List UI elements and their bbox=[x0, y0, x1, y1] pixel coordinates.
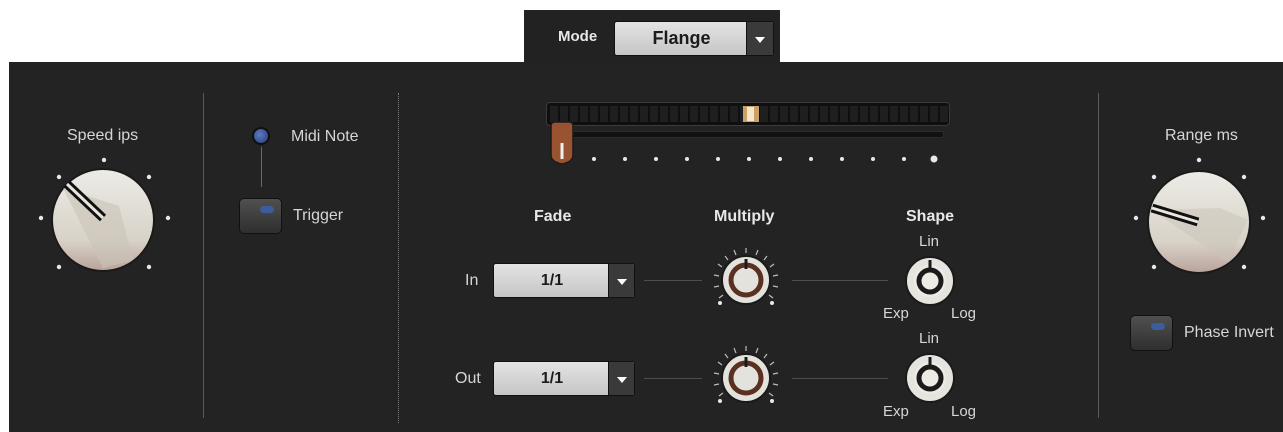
fade-out-value: 1/1 bbox=[540, 369, 564, 387]
multiply-in-knob[interactable] bbox=[709, 243, 785, 311]
chevron-down-icon[interactable] bbox=[608, 362, 634, 395]
fade-in-dropdown[interactable]: 1/1 bbox=[493, 263, 635, 298]
shape-out-knob[interactable] bbox=[904, 352, 956, 404]
fade-out-dropdown[interactable]: 1/1 bbox=[493, 361, 635, 396]
connector-line bbox=[792, 280, 888, 281]
shape-in-lin: Lin bbox=[919, 233, 940, 250]
trigger-button[interactable] bbox=[239, 198, 282, 234]
phase-invert-button[interactable] bbox=[1130, 315, 1173, 351]
shape-out-lin: Lin bbox=[919, 330, 940, 347]
midi-note-label: Midi Note bbox=[291, 128, 359, 145]
separator bbox=[203, 93, 204, 418]
fade-in-value: 1/1 bbox=[540, 271, 564, 289]
fade-out-label: Out bbox=[455, 370, 481, 387]
separator bbox=[1098, 93, 1099, 418]
speed-label: Speed ips bbox=[67, 127, 139, 144]
multiply-header: Multiply bbox=[714, 208, 775, 225]
mode-dropdown[interactable]: Flange bbox=[614, 21, 774, 56]
shape-in-exp: Exp bbox=[883, 305, 909, 322]
separator-dotted bbox=[398, 93, 399, 423]
slider-ticks bbox=[590, 152, 940, 166]
midi-led-icon bbox=[252, 127, 270, 145]
shape-in-knob[interactable] bbox=[904, 255, 956, 307]
connector-line bbox=[644, 280, 702, 281]
connector-line bbox=[644, 378, 702, 379]
mode-value: Flange bbox=[652, 28, 711, 48]
mode-label: Mode bbox=[558, 28, 598, 45]
shape-out-log: Log bbox=[951, 403, 977, 420]
multiply-out-knob[interactable] bbox=[709, 341, 785, 409]
fade-in-label: In bbox=[465, 272, 479, 289]
fade-header: Fade bbox=[534, 208, 572, 225]
shape-in-log: Log bbox=[951, 305, 977, 322]
shape-header: Shape bbox=[906, 208, 955, 225]
phase-invert-label: Phase Invert bbox=[1184, 324, 1274, 341]
connector-line bbox=[261, 147, 262, 187]
slider-track[interactable] bbox=[552, 131, 944, 138]
chevron-down-icon[interactable] bbox=[608, 264, 634, 297]
slider-handle[interactable] bbox=[549, 121, 575, 165]
position-meter bbox=[546, 102, 950, 126]
range-knob[interactable] bbox=[1128, 150, 1273, 280]
speed-knob[interactable] bbox=[33, 150, 178, 280]
shape-out-exp: Exp bbox=[883, 403, 909, 420]
chevron-down-icon[interactable] bbox=[746, 22, 773, 55]
connector-line bbox=[792, 378, 888, 379]
trigger-label: Trigger bbox=[293, 207, 344, 224]
range-label: Range ms bbox=[1165, 127, 1238, 144]
